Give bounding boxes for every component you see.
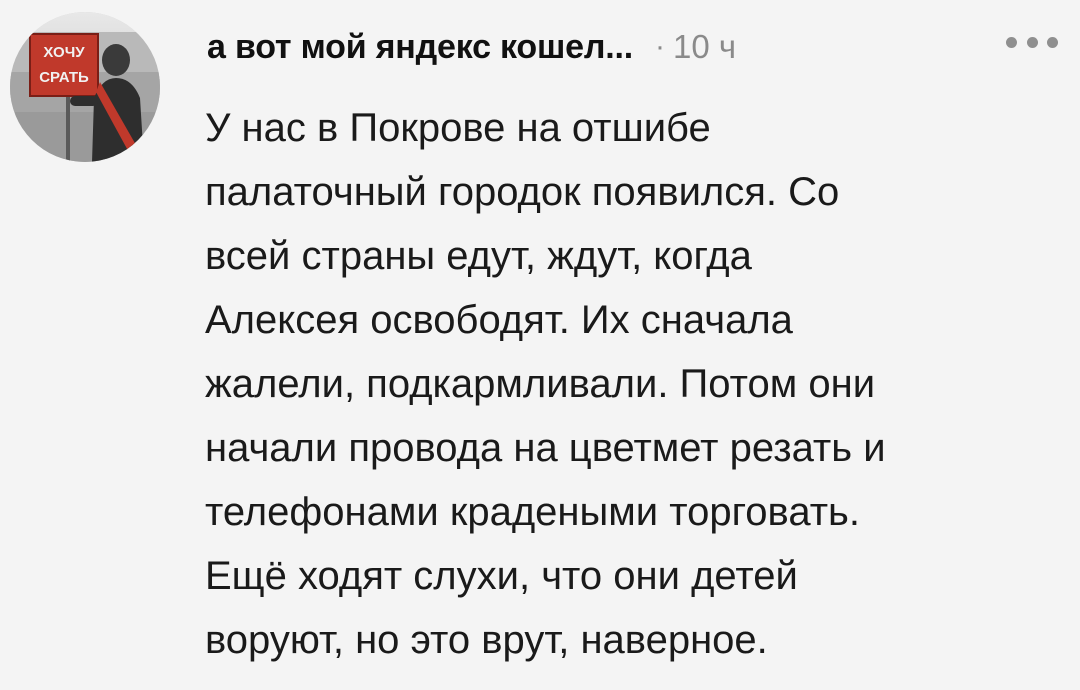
comment-text-line: воруют, но это врут, наверное. (205, 618, 768, 662)
sign-line-2: СРАТЬ (39, 69, 89, 86)
avatar-image: ХОЧУ СРАТЬ (10, 12, 160, 162)
meta-separator: · (654, 30, 665, 63)
dot-icon (1026, 36, 1038, 48)
comment-text-line: Ещё ходят слухи, что они детей (205, 554, 798, 598)
comment-text-line: Алексея освободят. Их сначала (205, 298, 793, 342)
comment-text-line: жалели, подкармливали. Потом они (205, 362, 876, 406)
dot-icon (1047, 36, 1058, 48)
author-name[interactable]: а вот мой яндекс кошел... (207, 28, 633, 67)
more-options-icon[interactable] (1006, 34, 1058, 50)
comment-text-line: всей страны едут, ждут, когда (205, 234, 752, 278)
sign-line-1: ХОЧУ (43, 44, 85, 61)
comment-text-line: начали провода на цветмет резать и (205, 426, 886, 470)
comment: ХОЧУ СРАТЬ а вот мой яндекс кошел... · 1… (0, 0, 1080, 690)
comment-text-line: У нас в Покрове на отшибе (205, 106, 711, 150)
dot-icon (1006, 36, 1017, 48)
comment-text-line: телефонами крадеными торговать. (205, 490, 860, 534)
comment-text: У нас в Покрове на отшибе палаточный гор… (205, 96, 1065, 672)
comment-text-line: палаточный городок появился. Со (205, 170, 840, 214)
comment-header: а вот мой яндекс кошел... · 10 ч (207, 22, 736, 72)
avatar[interactable]: ХОЧУ СРАТЬ (10, 12, 160, 162)
timestamp: 10 ч (672, 28, 737, 65)
